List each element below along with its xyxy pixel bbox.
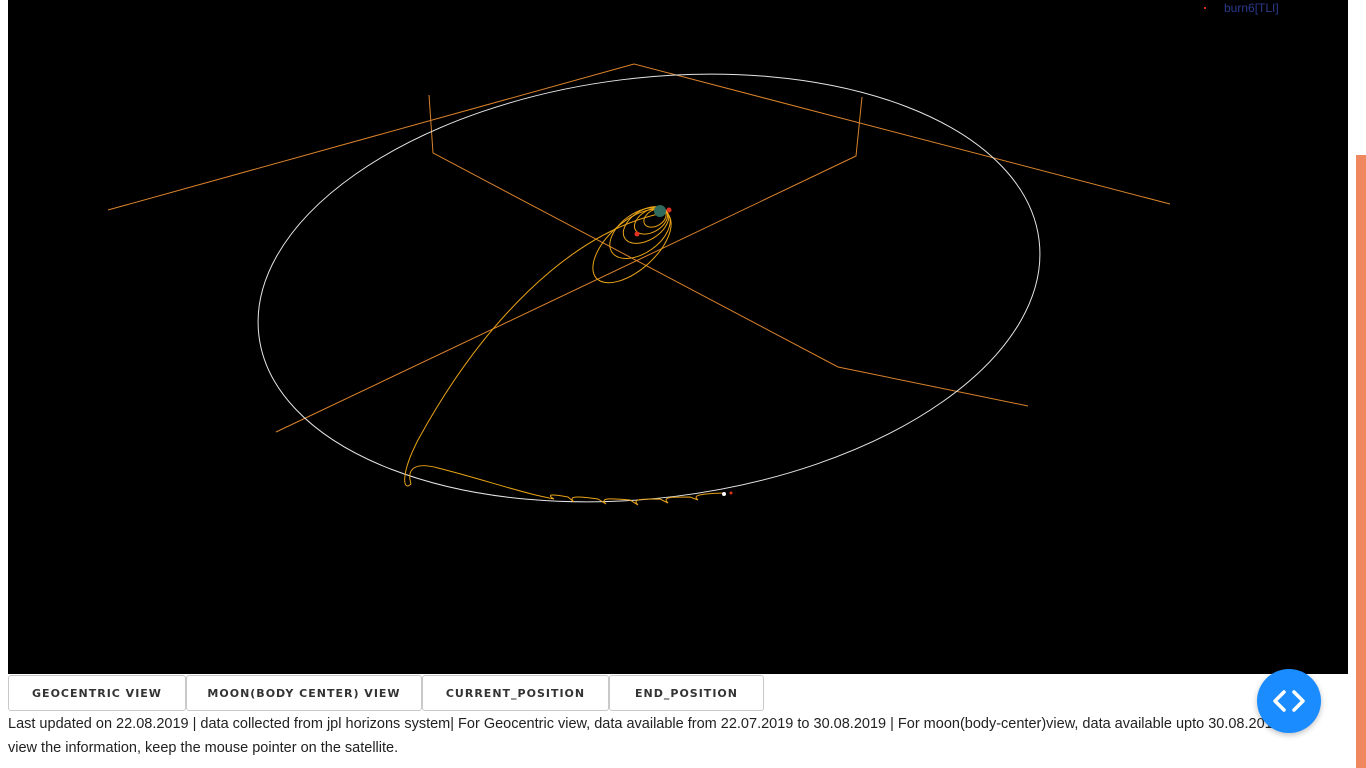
view-button-group: GEOCENTRIC VIEW MOON(BODY CENTER) VIEW C… xyxy=(8,675,764,711)
moon-body-center-view-button[interactable]: MOON(BODY CENTER) VIEW xyxy=(186,675,422,711)
satellite-marker[interactable] xyxy=(666,207,672,213)
axis-line xyxy=(275,96,863,433)
scrollbar-track[interactable] xyxy=(1356,0,1366,768)
orbit-scene[interactable] xyxy=(8,0,1348,674)
legend-label: burn6[TLI] xyxy=(1224,1,1279,15)
scrollbar-thumb[interactable] xyxy=(1356,155,1366,768)
satellite-marker[interactable] xyxy=(634,231,640,237)
current-position-button[interactable]: CURRENT_POSITION xyxy=(422,675,609,711)
moon-marker[interactable] xyxy=(722,492,726,496)
trans-lunar-trajectory xyxy=(404,211,669,497)
info-text: Last updated on 22.08.2019 | data collec… xyxy=(8,716,1308,756)
legend-item-burn6[interactable]: burn6[TLI] xyxy=(1204,0,1279,16)
earth-sphere xyxy=(654,205,666,217)
geocentric-view-button[interactable]: GEOCENTRIC VIEW xyxy=(8,675,186,711)
legend-marker-icon xyxy=(1204,7,1206,9)
code-toggle-button[interactable] xyxy=(1257,669,1321,733)
axis-line xyxy=(428,94,1029,407)
orbit-3d-viewport[interactable] xyxy=(8,0,1348,674)
axis-line xyxy=(633,63,1171,205)
moon-orbit-ellipse xyxy=(257,73,1041,503)
code-brackets-icon xyxy=(1273,690,1305,712)
reference-axes xyxy=(107,63,1171,433)
satellite-marker[interactable] xyxy=(729,491,733,495)
end-position-button[interactable]: END_POSITION xyxy=(609,675,764,711)
lunar-orbit-loops xyxy=(539,492,723,506)
axis-line xyxy=(107,63,635,211)
